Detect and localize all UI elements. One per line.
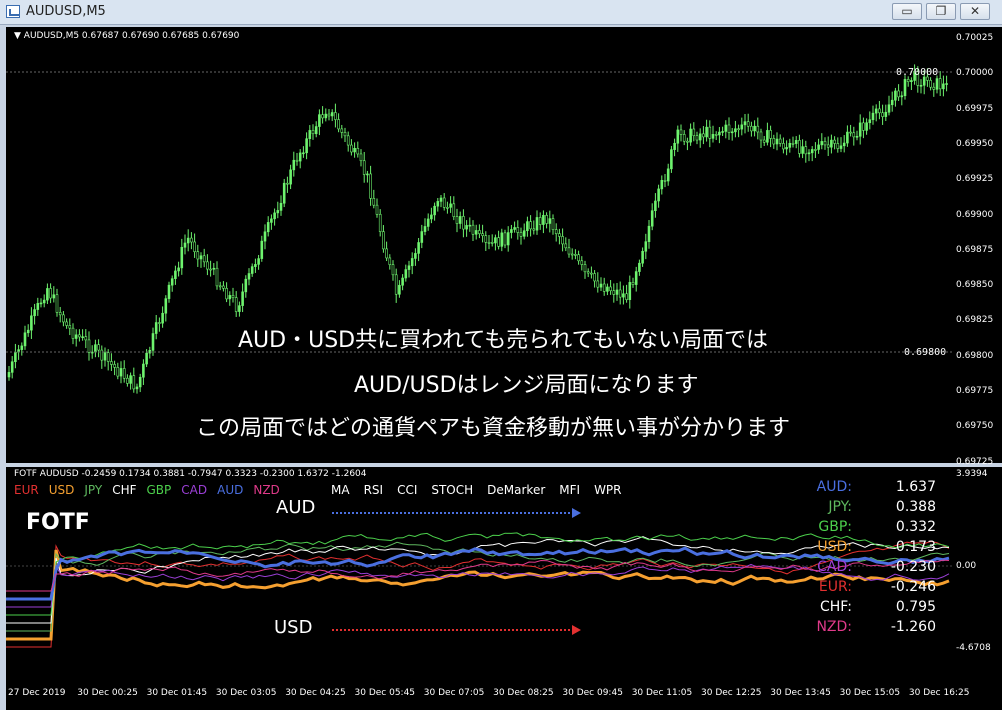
fotf-indicator-chart[interactable]: FOTF AUDUSD -0.2459 0.1734 0.3881 -0.794… (6, 467, 952, 683)
main-chart-header-text: AUDUSD,M5 0.67687 0.67690 0.67685 0.6769… (23, 31, 240, 41)
time-tick: 30 Dec 05:45 (354, 688, 416, 698)
price-tick: 0.69950 (956, 138, 994, 149)
price-tick: 0.70025 (956, 33, 994, 43)
price-tick: 0.69800 (956, 350, 994, 361)
strength-row-gbp: GBP: 0.332 (796, 519, 946, 539)
price-axis: 0.70025 0.70000 0.69975 0.69950 0.69925 0.699… (952, 27, 1002, 467)
price-tick: 0.69750 (956, 421, 994, 432)
legend-item-chf: CHF (112, 483, 137, 497)
strength-value: 0.332 (895, 519, 936, 535)
time-tick: 27 Dec 2019 (8, 688, 66, 698)
strength-name: EUR: (818, 579, 852, 595)
strength-name: AUD: (816, 479, 852, 495)
window-title: AUDUSD,M5 (26, 4, 106, 19)
indicator-axis: 3.9394 0.00 -4.6708 (952, 467, 1002, 683)
menu-item-rsi[interactable]: RSI (364, 483, 384, 497)
strength-value: 0.388 (895, 499, 936, 515)
time-tick: 30 Dec 01:45 (146, 688, 208, 698)
price-tick: 0.69775 (956, 386, 994, 396)
price-tick: 0.69850 (956, 280, 994, 291)
indicator-header: FOTF AUDUSD -0.2459 0.1734 0.3881 -0.794… (14, 469, 367, 479)
strength-value: -0.246 (890, 579, 936, 595)
indicator-menu: MA RSI CCI STOCH DeMarker MFI WPR (331, 483, 636, 497)
header-triangle-icon[interactable]: ▼ (14, 31, 24, 41)
time-tick: 30 Dec 00:25 (77, 688, 138, 698)
indicator-tick-zero: 0.00 (956, 561, 977, 571)
menu-item-stoch[interactable]: STOCH (431, 483, 473, 497)
time-tick: 30 Dec 12:25 (701, 688, 762, 698)
indicator-tick-bottom: -4.6708 (956, 643, 991, 653)
price-tick: 0.69725 (956, 456, 994, 467)
price-tick: 0.69925 (956, 174, 994, 185)
menu-item-mfi[interactable]: MFI (559, 483, 580, 497)
time-tick: 30 Dec 07:05 (423, 688, 485, 698)
legend-item-aud: AUD (217, 483, 244, 497)
strength-table: AUD: 1.637 JPY: 0.388 GBP: 0.332 USD: 0.173 CAD:… (796, 479, 946, 639)
main-price-chart[interactable]: ▼ AUDUSD,M5 0.67687 0.67690 0.67685 0.67… (6, 27, 952, 463)
price-tick: 0.69900 (956, 209, 994, 220)
legend-item-cad: CAD (181, 483, 208, 497)
usd-annotation: USD (274, 617, 313, 638)
time-tick: 30 Dec 09:45 (562, 688, 623, 698)
price-tick: 0.70000 (956, 68, 994, 79)
window-titlebar: AUDUSD,M5 ▭ ❐ ✕ (0, 0, 1002, 25)
currency-legend: EUR USD JPY CHF GBP CAD AUD NZD (14, 483, 290, 497)
strength-value: 1.637 (895, 479, 936, 495)
time-tick: 30 Dec 08:25 (493, 688, 554, 698)
strength-value: -0.230 (890, 559, 936, 575)
strength-row-jpy: JPY: 0.388 (796, 499, 946, 519)
legend-item-nzd: NZD (253, 483, 280, 497)
price-tick: 0.69825 (956, 315, 994, 326)
strength-row-cad: CAD: -0.230 (796, 559, 946, 579)
time-axis: 27 Dec 2019 30 Dec 00:25 30 Dec 01:45 30 De… (6, 683, 1002, 710)
strength-value: 0.795 (895, 599, 936, 615)
legend-item-jpy: JPY (84, 483, 103, 497)
menu-item-cci[interactable]: CCI (397, 483, 417, 497)
strength-name: NZD: (816, 619, 852, 635)
time-tick: 30 Dec 11:05 (631, 688, 693, 698)
price-level-label-low: 0.69800 (904, 347, 947, 358)
strength-row-aud: AUD: 1.637 (796, 479, 946, 499)
legend-item-gbp: GBP (146, 483, 172, 497)
strength-name: CAD: (817, 559, 852, 575)
menu-item-demarker[interactable]: DeMarker (487, 483, 545, 497)
restore-button[interactable]: ❐ (926, 3, 956, 20)
fotf-label: FOTF (26, 510, 90, 535)
price-tick: 0.69975 (956, 103, 994, 114)
strength-value: 0.173 (895, 539, 936, 555)
menu-item-wpr[interactable]: WPR (594, 483, 621, 497)
strength-name: GBP: (818, 519, 852, 535)
usd-arrow-head (572, 625, 581, 635)
strength-row-eur: EUR: -0.246 (796, 579, 946, 599)
overlay-text-line-1: AUD・USD共に買われても売られてもいない局面では (238, 328, 769, 353)
strength-name: CHF: (820, 599, 852, 615)
legend-item-usd: USD (48, 483, 75, 497)
price-level-label-high: 0.70000 (896, 67, 939, 78)
aud-arrow-head (572, 508, 581, 518)
menu-item-ma[interactable]: MA (331, 483, 350, 497)
strength-name: JPY: (828, 499, 852, 515)
time-tick: 30 Dec 15:05 (839, 688, 901, 698)
time-tick: 30 Dec 03:05 (215, 688, 277, 698)
main-chart-header: ▼ AUDUSD,M5 0.67687 0.67690 0.67685 0.67… (14, 31, 239, 41)
legend-item-eur: EUR (14, 483, 39, 497)
time-tick: 30 Dec 16:25 (908, 688, 970, 698)
strength-row-usd: USD: 0.173 (796, 539, 946, 559)
strength-row-nzd: NZD: -1.260 (796, 619, 946, 639)
overlay-text-line-2: AUD/USDはレンジ局面になります (354, 373, 699, 398)
close-button[interactable]: ✕ (960, 3, 990, 20)
strength-name: USD: (817, 539, 852, 555)
time-tick: 30 Dec 04:25 (285, 688, 346, 698)
aud-annotation: AUD (276, 497, 316, 518)
price-tick: 0.69875 (956, 244, 994, 255)
strength-value: -1.260 (890, 619, 936, 635)
overlay-text-line-3: この局面ではどの通貨ペアも資金移動が無い事が分かります (196, 416, 791, 441)
chart-window-icon (6, 5, 20, 18)
indicator-tick-top: 3.9394 (956, 469, 988, 479)
minimize-button[interactable]: ▭ (892, 3, 922, 20)
time-tick: 30 Dec 13:45 (770, 688, 831, 698)
strength-row-chf: CHF: 0.795 (796, 599, 946, 619)
